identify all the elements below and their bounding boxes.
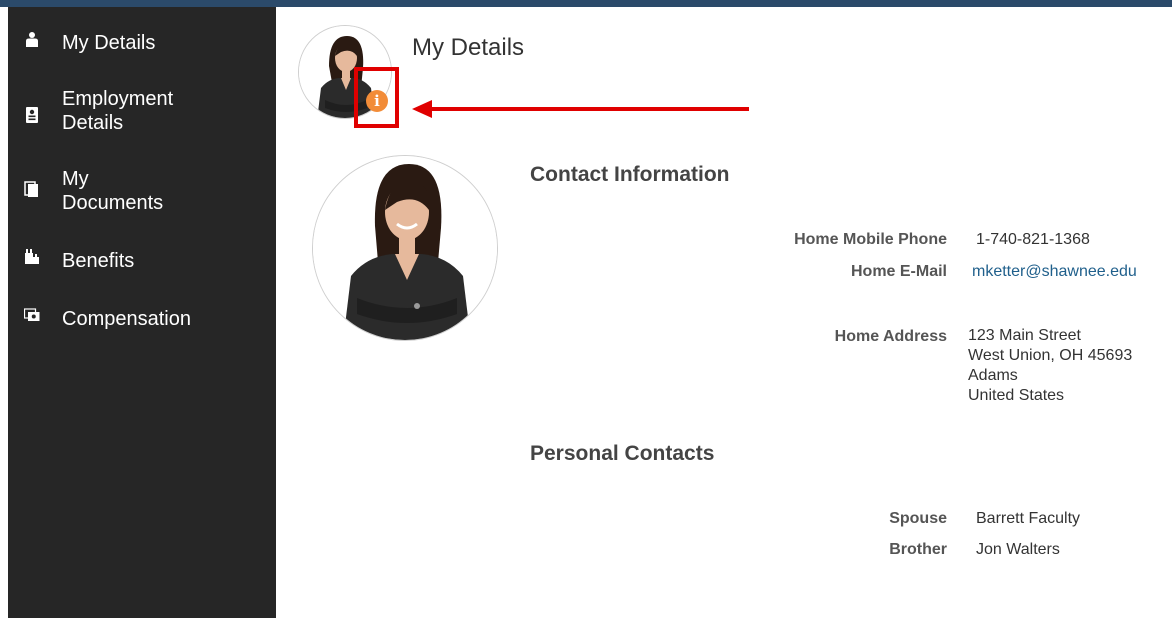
sidebar-item-my-documents[interactable]: My Documents — [8, 167, 276, 217]
documents-icon — [24, 181, 38, 197]
contact-name-value: Jon Walters — [976, 541, 1060, 558]
email-link[interactable]: mketter@shawnee.edu — [972, 262, 1137, 282]
avatar-profile — [312, 155, 498, 341]
profile-photo-large — [313, 156, 497, 340]
field-value-mobile: 1-740-821-1368 — [976, 231, 1090, 248]
compensation-icon — [24, 308, 40, 321]
contact-relation-label: Brother — [889, 541, 947, 558]
benefits-icon — [25, 249, 39, 264]
sidebar-item-compensation[interactable]: Compensation — [8, 305, 276, 335]
annotation-arrow-icon — [412, 100, 432, 118]
sidebar-item-benefits[interactable]: Benefits — [8, 247, 276, 277]
badge-icon — [26, 107, 38, 123]
address-line: United States — [968, 387, 1065, 404]
annotation-arrow-shaft — [430, 107, 749, 111]
sidebar-item-employment-details[interactable]: Employment Details — [8, 87, 276, 137]
sidebar-item-label: My Details — [62, 32, 156, 54]
sidebar-item-label: Employment Details — [62, 88, 174, 134]
top-accent-bar — [0, 0, 1172, 7]
contact-relation-label: Spouse — [889, 510, 947, 527]
address-line: 123 Main Street — [968, 327, 1081, 344]
field-label-mobile: Home Mobile Phone — [794, 231, 947, 248]
sidebar-item-label: My Documents — [62, 168, 164, 214]
person-icon — [26, 32, 38, 47]
section-title-personal-contacts: Personal Contacts — [530, 442, 715, 465]
section-title-contact: Contact Information — [530, 163, 730, 186]
field-label-email: Home E-Mail — [850, 263, 947, 280]
sidebar-item-label: Compensation — [62, 308, 191, 330]
field-label-address: Home Address — [834, 328, 947, 345]
sidebar-nav: My Details Employment Details My Documen… — [8, 7, 276, 618]
field-value-address: 123 Main Street West Union, OH 45693 Ada… — [968, 326, 1132, 406]
contact-name-value: Barrett Faculty — [976, 510, 1081, 527]
address-line: Adams — [968, 367, 1018, 384]
page-title: My Details — [412, 34, 525, 61]
address-line: West Union, OH 45693 — [968, 347, 1133, 364]
sidebar-item-my-details[interactable]: My Details — [8, 29, 276, 59]
annotation-highlight-box — [354, 67, 399, 128]
sidebar-item-label: Benefits — [62, 250, 135, 272]
